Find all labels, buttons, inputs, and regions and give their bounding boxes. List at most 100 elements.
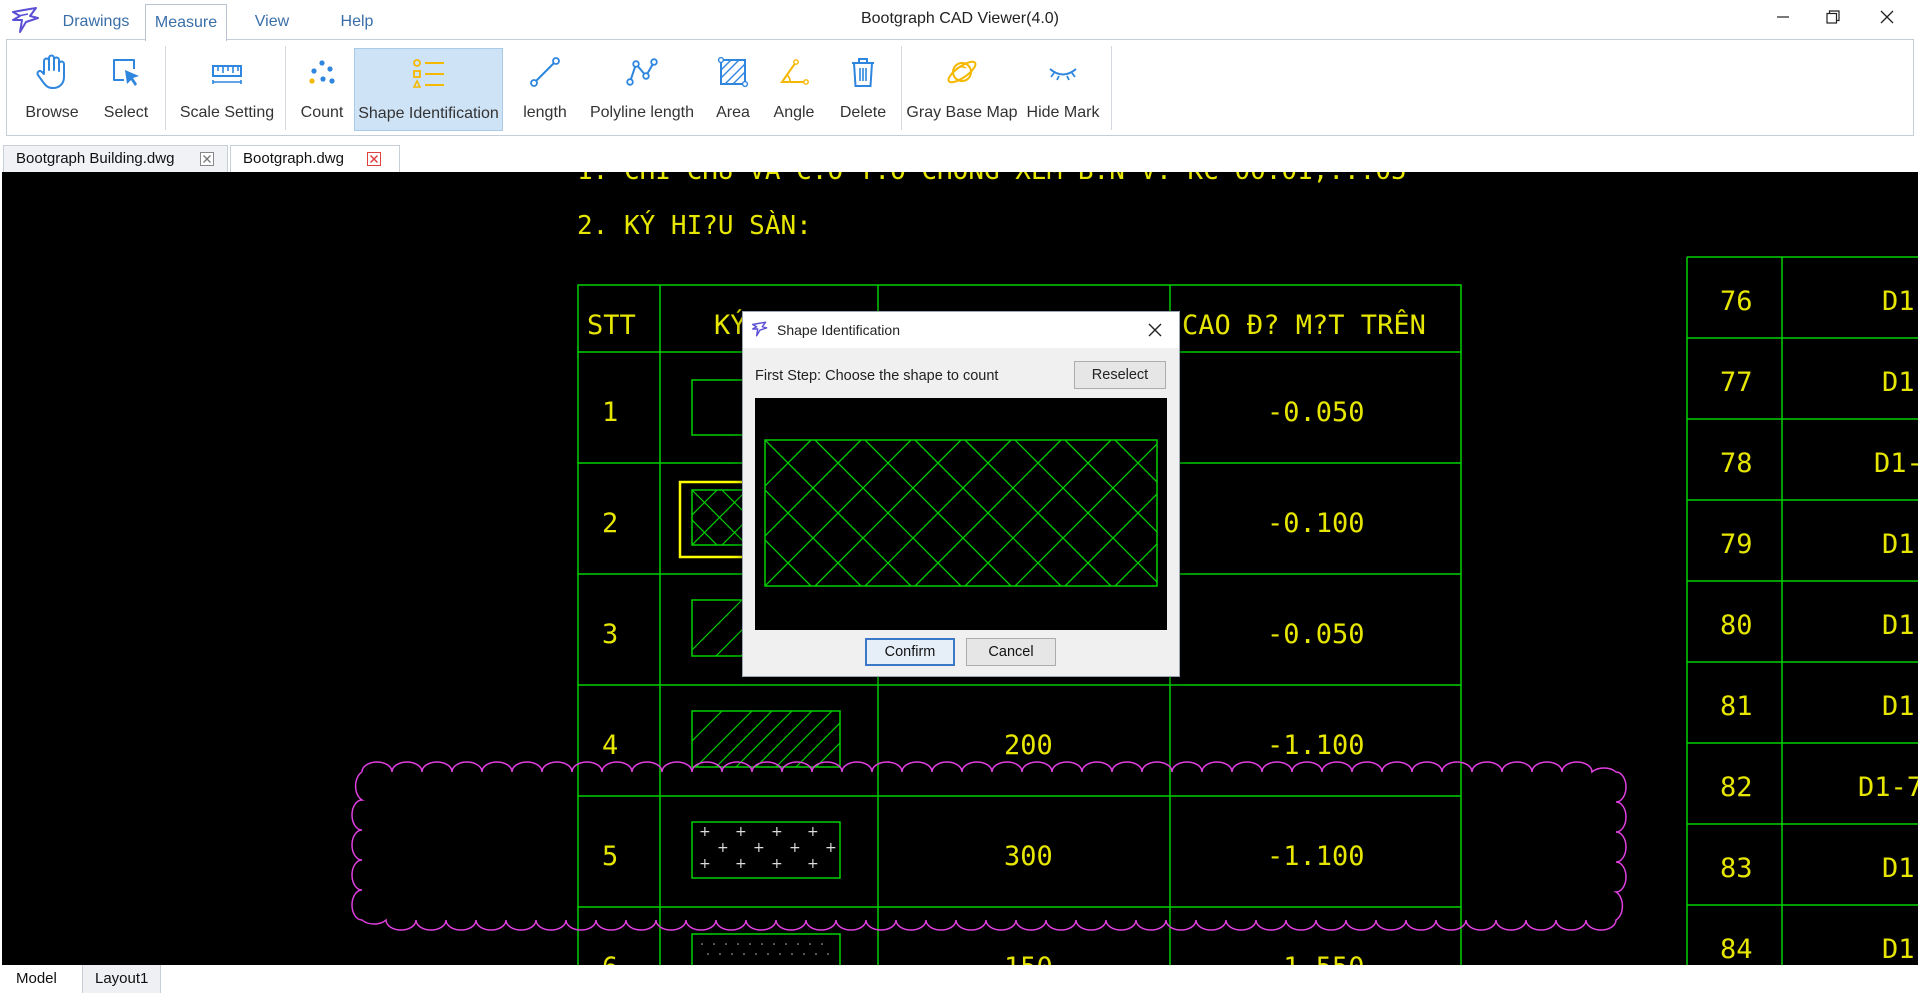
delete-tool-button[interactable]: Delete xyxy=(829,48,897,131)
angle-tool-button[interactable]: Angle xyxy=(763,48,825,131)
drawing-heading: 2. KÝ HI?U SÀN: xyxy=(577,209,812,241)
restore-button[interactable] xyxy=(1806,0,1860,34)
count-tool-button[interactable]: Count xyxy=(291,48,353,131)
close-tab-icon[interactable] xyxy=(367,152,381,166)
right-row-number: 80 xyxy=(1720,610,1753,641)
select-label: Select xyxy=(103,104,149,121)
table-header-caodo: CAO Đ? M?T TRÊN xyxy=(1182,309,1426,341)
right-row-number: 82 xyxy=(1720,772,1753,803)
right-row-code: D1-7 xyxy=(1858,772,1918,803)
cancel-button[interactable]: Cancel xyxy=(966,638,1056,666)
close-window-button[interactable] xyxy=(1860,0,1914,34)
eye-closed-icon xyxy=(1049,68,1077,81)
svg-text:+: + xyxy=(717,840,729,856)
ruler-icon xyxy=(212,65,242,84)
plus-marks: + + + + + + + + + + + + xyxy=(699,824,837,872)
right-row-number: 83 xyxy=(1720,853,1753,884)
right-row-code: D1- xyxy=(1882,367,1918,398)
shape-identification-tool-button[interactable]: Shape Identification xyxy=(354,48,503,131)
dialog-close-button[interactable] xyxy=(1145,320,1165,340)
row-stt: 5 xyxy=(602,841,618,872)
menu-tab-drawings[interactable]: Drawings xyxy=(52,4,140,40)
angle-icon xyxy=(780,59,809,85)
browse-tool-button[interactable]: Browse xyxy=(13,48,91,131)
svg-text:+: + xyxy=(735,824,747,840)
angle-label: Angle xyxy=(773,104,815,121)
hide-mark-tool-button[interactable]: Hide Mark xyxy=(1019,48,1107,131)
area-label: Area xyxy=(716,104,750,121)
layout-tab-bar: Model Layout1 xyxy=(0,965,1920,997)
close-icon xyxy=(1148,323,1162,337)
reselect-button[interactable]: Reselect xyxy=(1074,361,1166,389)
scale-setting-label: Scale Setting xyxy=(179,104,275,121)
document-tab-bootgraph-building[interactable]: Bootgraph Building.dwg xyxy=(3,145,228,172)
confirm-button[interactable]: Confirm xyxy=(865,638,955,666)
dialog-header: Shape Identification xyxy=(743,312,1179,348)
app-window: Drawings Measure View Help Bootgraph CAD… xyxy=(0,0,1920,997)
row-value: 150 xyxy=(1004,952,1053,965)
area-tool-button[interactable]: Area xyxy=(705,48,761,131)
revision-cloud-outline xyxy=(351,761,1627,931)
menu-tab-view[interactable]: View xyxy=(236,4,308,40)
hide-mark-label: Hide Mark xyxy=(1026,104,1100,121)
revision-cloud xyxy=(351,761,1627,931)
svg-text:+: + xyxy=(753,840,765,856)
polyline-length-tool-button[interactable]: Polyline length xyxy=(581,48,703,131)
row-cao: -0.050 xyxy=(1267,397,1365,428)
svg-text:+: + xyxy=(771,856,783,872)
select-tool-button[interactable]: Select xyxy=(93,48,159,131)
hand-icon xyxy=(36,54,65,89)
document-tab-bootgraph[interactable]: Bootgraph.dwg xyxy=(230,145,400,172)
svg-text:+: + xyxy=(699,856,711,872)
row-cao: -0.100 xyxy=(1267,508,1365,539)
row-cao: -1.100 xyxy=(1267,730,1365,761)
right-row-number: 84 xyxy=(1720,934,1753,965)
row-stt: 4 xyxy=(602,730,618,761)
right-row-number: 77 xyxy=(1720,367,1753,398)
minimize-button[interactable] xyxy=(1756,0,1810,34)
right-row-code: D1- xyxy=(1882,691,1918,722)
planet-icon xyxy=(947,60,977,84)
count-label: Count xyxy=(300,104,344,121)
row-cao: -0.050 xyxy=(1267,619,1365,650)
row-value: 200 xyxy=(1004,730,1053,761)
row-stt: 2 xyxy=(602,508,618,539)
svg-text:+: + xyxy=(825,840,837,856)
svg-text:+: + xyxy=(735,856,747,872)
length-tool-button[interactable]: length xyxy=(513,48,577,131)
layout-tab-layout1[interactable]: Layout1 xyxy=(82,965,162,993)
svg-text:+: + xyxy=(789,840,801,856)
table-header-stt: STT xyxy=(587,310,636,341)
row-value: 300 xyxy=(1004,841,1053,872)
minimize-icon xyxy=(1777,16,1789,18)
row-stt: 1 xyxy=(602,397,618,428)
close-tab-icon[interactable] xyxy=(200,152,214,166)
right-row-number: 76 xyxy=(1720,286,1753,317)
shape-identification-dialog: Shape Identification First Step: Choose … xyxy=(742,311,1180,677)
length-label: length xyxy=(523,104,567,121)
ribbon-separator xyxy=(285,46,286,130)
right-row-code: D1- xyxy=(1882,286,1918,317)
dialog-title: Shape Identification xyxy=(777,322,900,338)
svg-text:+: + xyxy=(807,856,819,872)
app-logo-icon xyxy=(12,7,39,33)
menu-tab-help[interactable]: Help xyxy=(320,4,394,40)
ribbon-separator xyxy=(165,46,166,130)
right-row-number: 78 xyxy=(1720,448,1753,479)
symbol-dots xyxy=(691,933,841,965)
right-row-code: D1- xyxy=(1882,853,1918,884)
gray-base-map-label: Gray Base Map xyxy=(906,104,1018,121)
row-stt: 6 xyxy=(602,952,618,965)
close-icon xyxy=(1880,10,1894,24)
title-bar: Drawings Measure View Help Bootgraph CAD… xyxy=(0,0,1920,41)
svg-text:+: + xyxy=(771,824,783,840)
gray-base-map-tool-button[interactable]: Gray Base Map xyxy=(906,48,1018,131)
scale-setting-tool-button[interactable]: Scale Setting xyxy=(171,48,283,131)
menu-tab-measure[interactable]: Measure xyxy=(145,4,227,41)
shape-preview-drawing xyxy=(764,439,1158,587)
dialog-step-text: First Step: Choose the shape to count xyxy=(755,368,999,384)
svg-text:+: + xyxy=(699,824,711,840)
layout-tab-model[interactable]: Model xyxy=(4,965,69,993)
shape-preview xyxy=(755,398,1167,630)
right-row-code: D1- xyxy=(1882,934,1918,965)
